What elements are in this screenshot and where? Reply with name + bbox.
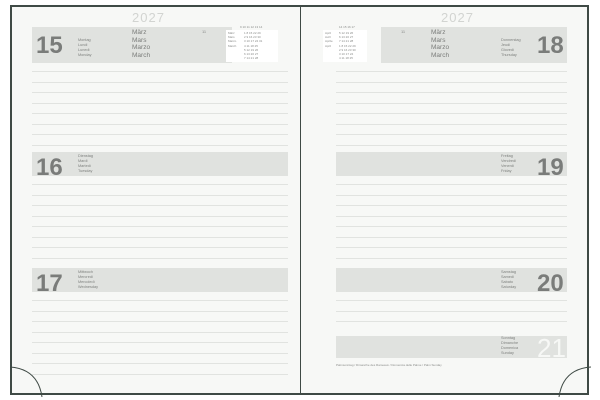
writing-line xyxy=(336,81,567,83)
writing-line xyxy=(32,247,288,248)
day-number-18: 18 xyxy=(537,32,564,59)
corner-pocket-right xyxy=(558,366,591,397)
month-name: Mars xyxy=(132,36,147,44)
day-band-16 xyxy=(32,152,288,176)
writing-line xyxy=(32,194,288,196)
month-name: March xyxy=(431,51,450,59)
month-name: Marzo xyxy=(132,44,151,51)
day-name: Monday xyxy=(78,53,92,57)
writing-line xyxy=(32,71,288,72)
writing-line xyxy=(336,92,567,93)
day-name: Thursday xyxy=(501,53,517,57)
header-months: März Mars Marzo March xyxy=(132,29,150,59)
writing-line xyxy=(32,236,288,238)
writing-line xyxy=(32,310,288,312)
month-name: März xyxy=(431,29,446,36)
year-label: 2027 xyxy=(441,10,474,25)
writing-line xyxy=(336,71,567,72)
day-names-17: Mittwoch Mercredi Mercoledì Wednesday xyxy=(78,270,98,290)
writing-line xyxy=(336,321,567,322)
writing-line xyxy=(336,226,567,227)
mini-row-label: March xyxy=(228,43,237,48)
day-number-17: 17 xyxy=(36,270,63,297)
mini-row-days: 4 11 18 25 xyxy=(339,56,353,61)
writing-line xyxy=(336,205,567,206)
writing-line xyxy=(32,92,288,93)
writing-line xyxy=(32,134,288,135)
year-label: 2027 xyxy=(132,10,165,25)
writing-line xyxy=(336,310,567,312)
writing-line xyxy=(32,113,288,114)
writing-line xyxy=(32,331,288,333)
planner-spread: 2027 15 Montag Lundi Lunedì Monday März … xyxy=(10,5,591,397)
month-name: März xyxy=(132,29,147,36)
writing-line xyxy=(336,300,567,301)
day-number-15: 15 xyxy=(36,32,63,59)
day-names-18: Donnerstag Jeudi Giovedì Thursday xyxy=(501,38,521,58)
month-name: Marzo xyxy=(431,44,450,51)
right-page: 2027 14 15 16 17 April 5 12 19 26 Avril 6 1… xyxy=(301,7,591,397)
day-number-19: 19 xyxy=(537,154,564,181)
writing-line xyxy=(336,102,567,104)
week-number: 11 xyxy=(202,29,207,34)
day-name: Friday xyxy=(501,169,512,173)
writing-line xyxy=(32,342,288,343)
day-number-21: 21 xyxy=(537,333,566,363)
writing-line xyxy=(336,123,567,125)
writing-line xyxy=(336,113,567,114)
writing-line xyxy=(336,134,567,135)
header-months: März Mars Marzo March xyxy=(431,29,449,59)
writing-line xyxy=(32,102,288,104)
day-band-20 xyxy=(336,268,567,292)
holiday-note: Palmsonntag / Dimanche des Rameaux / Dom… xyxy=(336,363,442,367)
writing-line xyxy=(32,226,288,227)
writing-line xyxy=(32,215,288,217)
corner-pocket-left xyxy=(10,366,43,397)
day-number-20: 20 xyxy=(537,270,564,297)
day-names-19: Freitag Vendredi Venerdì Friday xyxy=(501,154,516,174)
day-names-15: Montag Lundi Lunedì Monday xyxy=(78,38,92,58)
mini-week-numbers: 9 10 11 12 13 14 xyxy=(240,25,263,29)
writing-line xyxy=(336,247,567,248)
day-band-19 xyxy=(336,152,567,176)
writing-line xyxy=(32,321,288,322)
writing-line xyxy=(336,257,567,259)
writing-line xyxy=(336,236,567,238)
writing-line xyxy=(32,205,288,206)
day-name: Sunday xyxy=(501,351,514,355)
writing-line xyxy=(32,352,288,354)
writing-line xyxy=(336,215,567,217)
week-number: 11 xyxy=(401,29,406,34)
writing-line xyxy=(32,257,288,259)
writing-line xyxy=(32,144,288,146)
left-page: 2027 15 Montag Lundi Lunedì Monday März … xyxy=(10,7,300,397)
mini-row-days: 7 14 21 28 xyxy=(244,56,259,61)
day-band-17 xyxy=(32,268,288,292)
writing-line xyxy=(32,81,288,83)
writing-line xyxy=(32,123,288,125)
month-name: Mars xyxy=(431,36,446,44)
writing-line xyxy=(32,363,288,364)
month-name: March xyxy=(132,51,151,59)
writing-line xyxy=(336,144,567,146)
day-number-16: 16 xyxy=(36,154,63,181)
day-names-16: Dienstag Mardi Martedì Tuesday xyxy=(78,154,93,174)
day-name: Saturday xyxy=(501,285,517,289)
writing-line xyxy=(32,184,288,185)
writing-line xyxy=(336,194,567,196)
day-names-20: Samstag Samedi Sabato Saturday xyxy=(501,270,516,290)
writing-line xyxy=(336,184,567,185)
mini-week-numbers: 14 15 16 17 xyxy=(339,25,355,29)
writing-line xyxy=(32,300,288,301)
day-band-21 xyxy=(336,336,567,358)
day-name: Tuesday xyxy=(78,169,93,173)
day-name: Wednesday xyxy=(78,285,98,289)
mini-row-label: April xyxy=(325,43,332,48)
day-names-21: Sonntag Dimanche Domenica Sunday xyxy=(501,336,518,356)
writing-line xyxy=(32,373,288,375)
